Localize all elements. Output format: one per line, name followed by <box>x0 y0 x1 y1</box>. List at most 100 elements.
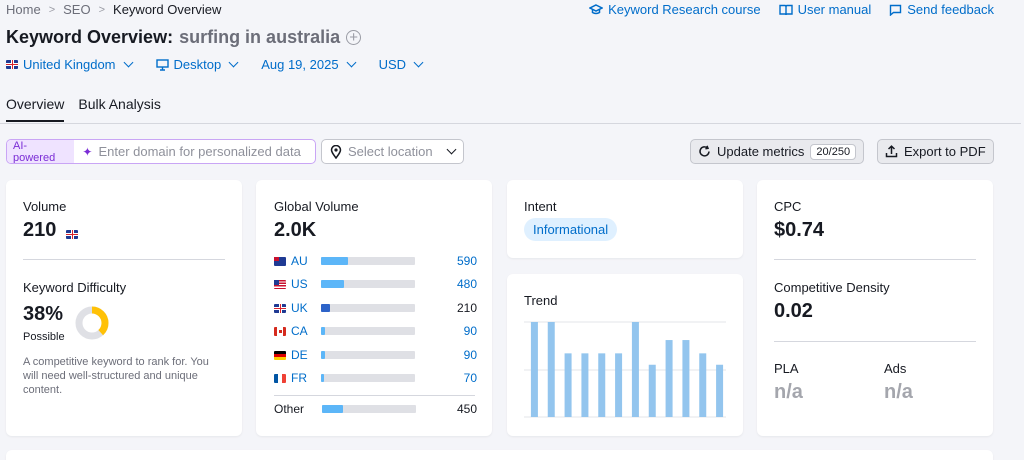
country-value: 70 <box>463 371 477 385</box>
trend-bar[interactable] <box>598 353 606 417</box>
breadcrumb-current: Keyword Overview <box>113 2 222 17</box>
device-selector[interactable]: Desktop <box>155 57 239 72</box>
tab-bulk-analysis[interactable]: Bulk Analysis <box>78 96 160 122</box>
keyword-research-course-label: Keyword Research course <box>608 2 761 17</box>
trend-bar[interactable] <box>530 322 538 417</box>
add-icon[interactable]: + <box>346 30 362 45</box>
country-code: CA <box>291 324 308 338</box>
ads-label: Ads <box>884 361 907 376</box>
graduation-cap-icon <box>589 3 604 14</box>
export-pdf-button[interactable]: Export to PDF <box>877 139 994 164</box>
au-flag-icon <box>274 256 286 266</box>
tab-divider <box>0 123 1021 124</box>
update-metrics-count: 20/250 <box>810 143 857 160</box>
trend-bar[interactable] <box>547 322 555 417</box>
trend-bar[interactable] <box>682 340 690 417</box>
country-bar <box>322 405 416 413</box>
country-bar <box>321 374 415 382</box>
trend-bar[interactable] <box>665 340 673 417</box>
intent-label: Intent <box>524 199 557 214</box>
country-row-us[interactable]: US 480 <box>274 277 477 291</box>
kd-label: Keyword Difficulty <box>23 280 127 295</box>
sparkle-icon: ✦ <box>82 144 93 159</box>
cpc-value: $0.74 <box>774 219 825 241</box>
chevron-right-icon: > <box>48 3 56 16</box>
currency-label: USD <box>378 57 407 72</box>
chevron-down-icon <box>346 57 357 68</box>
card-divider <box>774 341 976 342</box>
fr-flag-icon <box>274 373 286 383</box>
currency-selector[interactable]: USD <box>378 57 424 72</box>
competitive-density-value: 0.02 <box>774 300 813 322</box>
desktop-icon <box>155 58 169 71</box>
trend-label: Trend <box>524 293 558 308</box>
trend-bar[interactable] <box>615 353 623 417</box>
country-row-de[interactable]: DE 90 <box>274 348 477 362</box>
volume-value: 210 <box>23 219 57 241</box>
trend-bar[interactable] <box>648 364 656 417</box>
trend-bar[interactable] <box>699 353 707 417</box>
country-bar <box>321 304 415 312</box>
refresh-icon <box>699 145 710 157</box>
chevron-down-icon <box>123 57 133 68</box>
volume-card: Volume 210 Keyword Difficulty 38% Possib… <box>6 180 242 436</box>
country-bar <box>321 280 415 288</box>
de-flag-icon <box>274 350 286 360</box>
location-placeholder: Select location <box>348 144 433 159</box>
kd-value: 38% <box>23 303 64 325</box>
breadcrumb-home[interactable]: Home <box>6 2 41 17</box>
intent-card: Intent Informational <box>507 180 743 258</box>
country-bar-fill <box>321 351 326 359</box>
ads-value: n/a <box>884 381 913 403</box>
book-icon <box>778 4 793 15</box>
export-icon <box>885 145 898 158</box>
domain-input[interactable] <box>98 144 315 159</box>
kd-level: Possible <box>23 331 65 343</box>
update-metrics-label: Update metrics <box>717 144 805 159</box>
country-bar <box>321 257 415 265</box>
trend-card: Trend <box>507 274 743 436</box>
keyword-research-course-link[interactable]: Keyword Research course <box>589 2 761 17</box>
trend-chart <box>524 321 726 418</box>
database-selector[interactable]: United Kingdom <box>6 57 133 72</box>
other-label: Other <box>274 402 305 416</box>
country-row-ca[interactable]: CA 90 <box>274 324 477 338</box>
trend-bar[interactable] <box>564 353 572 417</box>
country-value: 210 <box>456 301 477 315</box>
chevron-down-icon <box>413 57 424 68</box>
intent-chip[interactable]: Informational <box>524 218 618 241</box>
country-code: DE <box>291 348 308 362</box>
message-icon <box>890 4 902 16</box>
page-title: Keyword Overview: surfing in australia + <box>6 27 362 48</box>
country-bar-fill <box>321 304 331 312</box>
location-select[interactable]: Select location <box>321 139 464 164</box>
tab-overview[interactable]: Overview <box>6 96 65 122</box>
database-label: United Kingdom <box>23 57 116 72</box>
user-manual-link[interactable]: User manual <box>778 2 872 17</box>
country-value: 590 <box>456 254 477 268</box>
country-row-uk: UK 210 <box>274 301 477 315</box>
country-code: FR <box>291 371 307 385</box>
tab-bar: Overview Bulk Analysis <box>6 96 161 122</box>
uk-flag-icon <box>66 230 78 240</box>
competitive-density-label: Competitive Density <box>774 280 890 295</box>
country-bar <box>321 351 415 359</box>
country-code: UK <box>291 301 308 315</box>
country-value: 90 <box>463 348 477 362</box>
date-label: Aug 19, 2025 <box>261 57 339 72</box>
country-bar-fill <box>321 327 326 335</box>
card-divider <box>23 259 225 260</box>
trend-bar[interactable] <box>631 322 639 417</box>
cpc-label: CPC <box>774 199 802 214</box>
send-feedback-link[interactable]: Send feedback <box>889 2 994 17</box>
breadcrumb-seo[interactable]: SEO <box>63 2 90 17</box>
trend-bar[interactable] <box>581 353 589 417</box>
trend-bar[interactable] <box>716 364 724 417</box>
page-title-keyword: surfing in australia <box>179 27 341 47</box>
user-manual-label: User manual <box>797 2 872 17</box>
uk-flag-icon <box>274 303 286 313</box>
date-selector[interactable]: Aug 19, 2025 <box>261 57 357 72</box>
country-row-au[interactable]: AU 590 <box>274 254 477 268</box>
update-metrics-button[interactable]: Update metrics 20/250 <box>690 139 865 164</box>
country-row-fr[interactable]: FR 70 <box>274 371 477 385</box>
